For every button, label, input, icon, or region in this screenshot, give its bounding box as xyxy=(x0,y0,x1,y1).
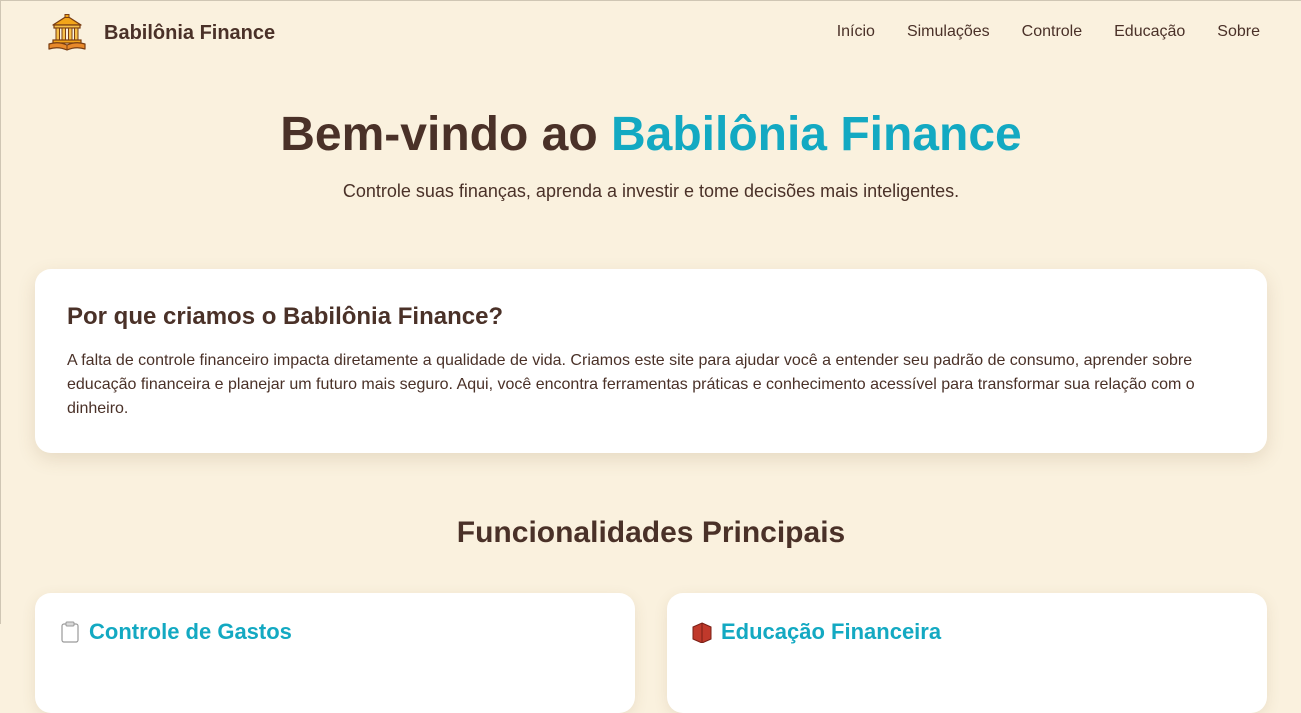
feature-card-title: Educação Financeira xyxy=(721,619,942,644)
nav-link-inicio[interactable]: Início xyxy=(837,23,875,41)
clipboard-icon xyxy=(61,621,79,643)
book-icon xyxy=(692,622,712,643)
brand-name: Babilônia Finance xyxy=(104,21,276,44)
temple-icon xyxy=(48,14,86,51)
nav-links: Início Simulações Controle Educação Sobr… xyxy=(837,23,1260,41)
navbar: Babilônia Finance Início Simulações Cont… xyxy=(1,1,1301,67)
feature-card-head: Controle de Gastos xyxy=(59,619,611,645)
hero-title-prefix: Bem-vindo ao xyxy=(280,108,611,161)
brand-link[interactable]: Babilônia Finance xyxy=(47,14,275,52)
about-text: A falta de controle financeiro impacta d… xyxy=(67,352,1195,417)
nav-link-educacao[interactable]: Educação xyxy=(1114,23,1185,41)
feature-card-educacao[interactable]: Educação Financeira xyxy=(667,593,1267,713)
about-card: Por que criamos o Babilônia Finance? A f… xyxy=(35,269,1267,453)
feature-card-controle[interactable]: Controle de Gastos xyxy=(35,593,635,713)
about-title: Por que criamos o Babilônia Finance? xyxy=(67,303,504,330)
feature-card-title: Controle de Gastos xyxy=(89,619,292,644)
nav-link-controle[interactable]: Controle xyxy=(1022,23,1082,41)
nav-link-sobre[interactable]: Sobre xyxy=(1217,23,1260,41)
hero-title-accent: Babilônia Finance xyxy=(610,108,1022,161)
features-title: Funcionalidades Principais xyxy=(456,516,846,549)
feature-card-head: Educação Financeira xyxy=(691,619,1243,645)
hero-section: Bem-vindo ao Babilônia Finance Controle … xyxy=(1,105,1301,202)
hero-subtitle: Controle suas finanças, aprenda a invest… xyxy=(342,181,960,201)
hero-title: Bem-vindo ao Babilônia Finance xyxy=(1,105,1301,165)
nav-link-simulacoes[interactable]: Simulações xyxy=(907,23,990,41)
